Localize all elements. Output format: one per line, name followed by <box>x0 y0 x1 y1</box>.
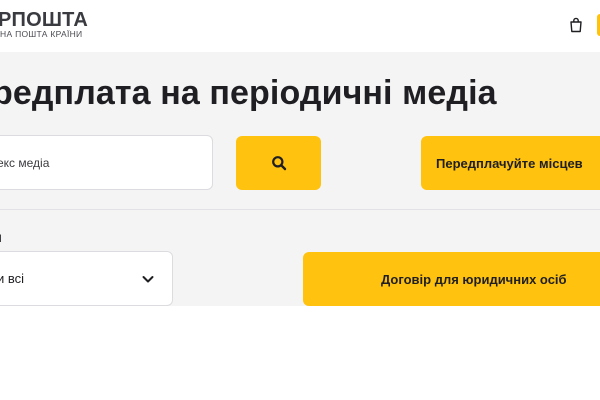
page-title: редплата на періодичні медіа <box>0 74 497 112</box>
chevron-down-icon <box>142 276 154 283</box>
logo-subtitle: НА ПОШТА КРАЇНИ <box>0 29 83 39</box>
search-button[interactable] <box>236 136 321 190</box>
cart-button[interactable] <box>563 12 589 38</box>
site-header: РПОШТА НА ПОШТА КРАЇНИ <box>0 0 600 52</box>
search-input[interactable] <box>0 136 212 189</box>
search-icon <box>271 156 286 171</box>
local-subscription-button[interactable]: Передплачуйте місцев <box>421 136 600 190</box>
filter-label: и <box>0 229 2 245</box>
section-divider <box>0 209 600 210</box>
shopping-bag-icon <box>570 17 582 33</box>
search-field[interactable] <box>0 135 213 190</box>
legal-entity-contract-button[interactable]: Договір для юридичних осіб <box>303 252 600 306</box>
filter-select-value: и всі <box>0 271 25 286</box>
filter-select[interactable]: и всі <box>0 251 173 306</box>
